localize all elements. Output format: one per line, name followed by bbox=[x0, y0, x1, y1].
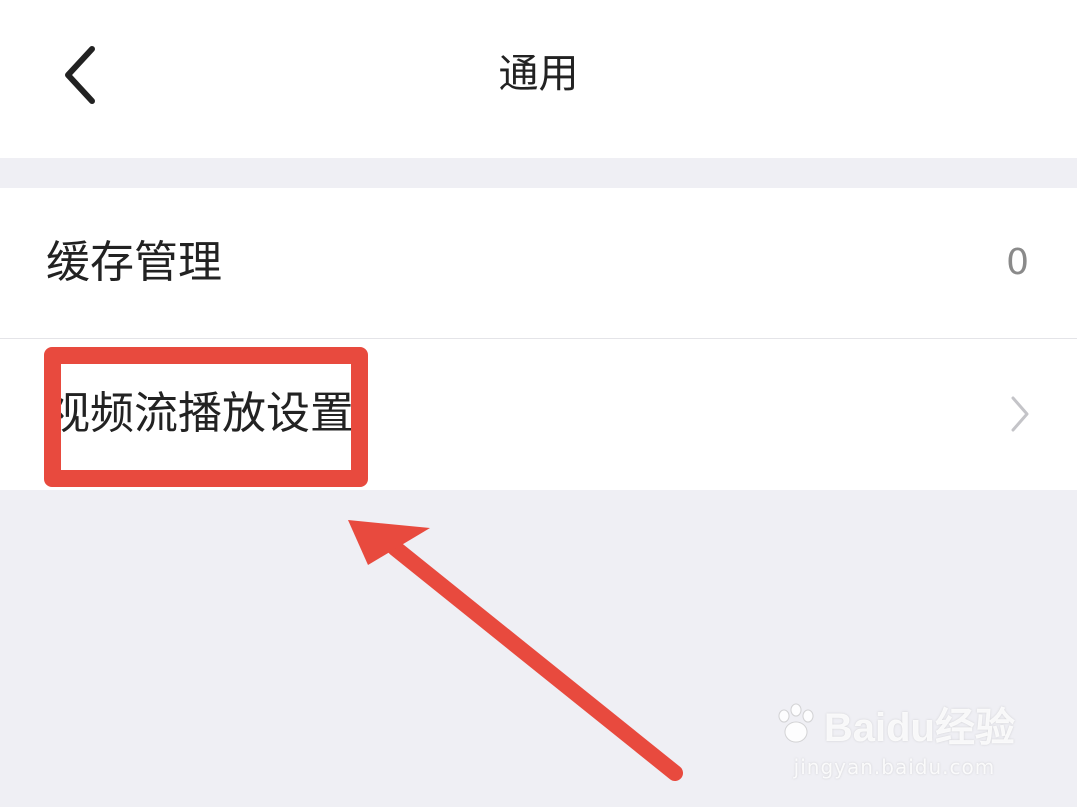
cache-size-value: 0 bbox=[1006, 242, 1029, 283]
watermark-url: jingyan.baidu.com bbox=[793, 755, 996, 779]
watermark-logo: Baidu经验 bbox=[774, 695, 1015, 753]
page-title: 通用 bbox=[498, 51, 579, 97]
baidu-watermark: Baidu经验 jingyan.baidu.com bbox=[774, 695, 1015, 779]
navigation-bar: 通用 bbox=[0, 0, 1077, 158]
chevron-right-icon bbox=[1011, 396, 1029, 432]
watermark-logo-text: Baidu经验 bbox=[823, 706, 1015, 750]
cache-management-row[interactable]: 缓存管理 0 bbox=[0, 188, 1077, 338]
video-stream-settings-label: 视频流播放设置 bbox=[46, 388, 354, 439]
cache-management-label: 缓存管理 bbox=[46, 237, 222, 288]
video-stream-settings-row[interactable]: 视频流播放设置 bbox=[0, 339, 1077, 489]
settings-list: 缓存管理 0 视频流播放设置 bbox=[0, 188, 1077, 490]
paw-icon bbox=[778, 703, 814, 743]
